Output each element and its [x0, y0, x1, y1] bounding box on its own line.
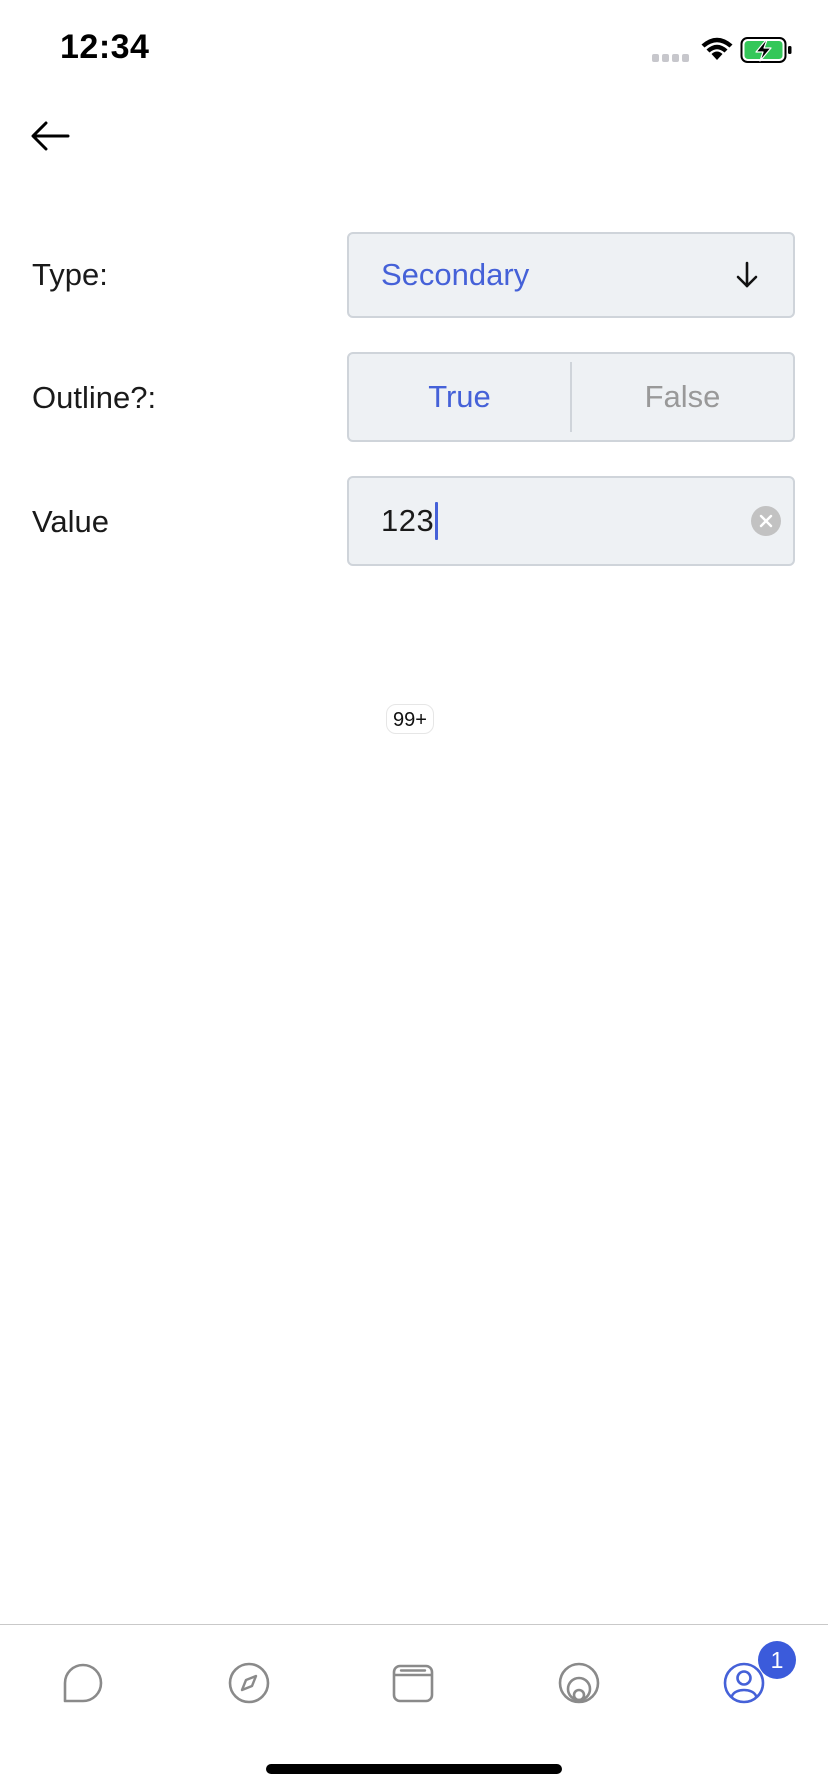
- clear-icon[interactable]: [751, 506, 781, 536]
- type-select[interactable]: Secondary: [347, 232, 795, 318]
- value-label: Value: [32, 504, 109, 539]
- screen: 12:34 Type: Secondary Outline?: True Fal…: [0, 0, 828, 1792]
- text-caret: [435, 502, 439, 540]
- status-bar: 12:34: [0, 0, 828, 100]
- tab-chat[interactable]: [53, 1655, 113, 1715]
- outline-option-false[interactable]: False: [572, 354, 793, 440]
- compass-icon: [227, 1661, 271, 1710]
- arrow-left-icon: [30, 120, 70, 157]
- browser-window-icon: [391, 1661, 435, 1710]
- cellular-signal-icon: [652, 54, 689, 62]
- tab-circles[interactable]: [549, 1655, 609, 1715]
- back-button[interactable]: [24, 112, 76, 164]
- type-label: Type:: [32, 257, 108, 292]
- notification-badge: 1: [758, 1641, 796, 1679]
- outline-label: Outline?:: [32, 380, 157, 415]
- battery-charging-icon: [740, 36, 794, 64]
- type-select-value: Secondary: [381, 257, 530, 292]
- count-badge: 99+: [386, 704, 434, 734]
- status-time: 12:34: [60, 28, 150, 66]
- tab-browser[interactable]: [383, 1655, 443, 1715]
- tab-explore[interactable]: [219, 1655, 279, 1715]
- outline-segmented-control: True False: [347, 352, 795, 442]
- value-input-text: 123: [381, 503, 435, 538]
- home-indicator: [266, 1764, 562, 1774]
- outline-option-true[interactable]: True: [349, 354, 570, 440]
- circles-icon: [557, 1661, 601, 1710]
- wifi-icon: [700, 36, 734, 62]
- chat-bubble-icon: [61, 1662, 105, 1709]
- value-input[interactable]: 123: [347, 476, 795, 566]
- arrow-down-icon: [733, 261, 761, 289]
